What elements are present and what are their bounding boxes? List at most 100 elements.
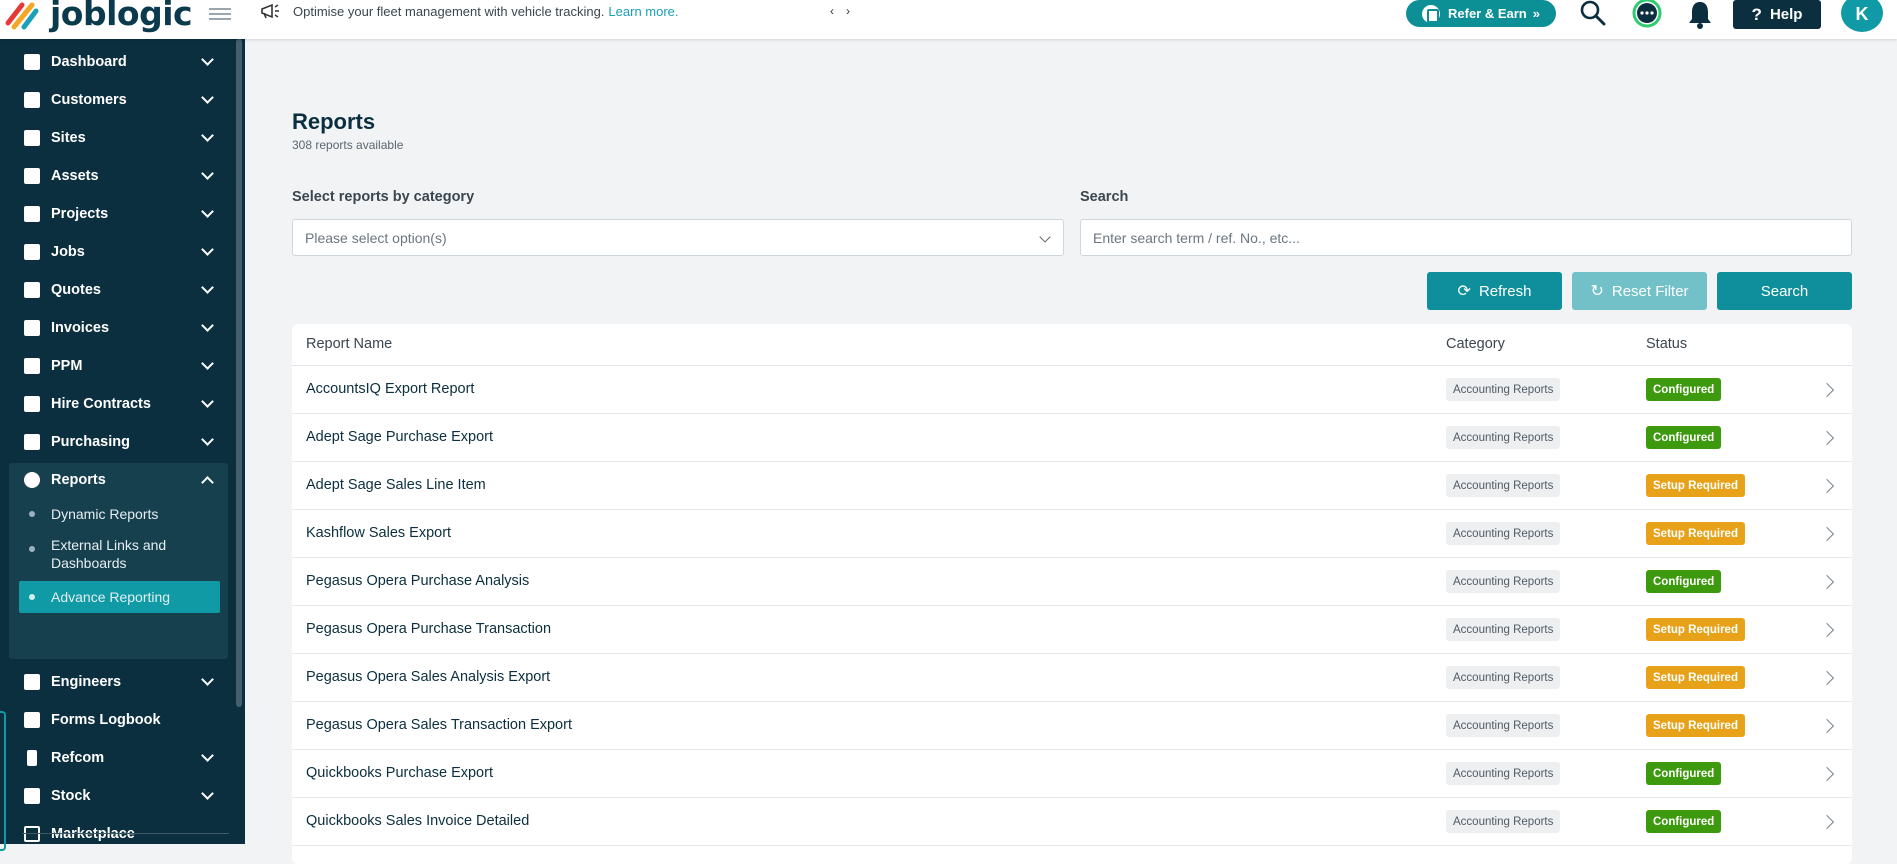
user-icon xyxy=(24,92,40,108)
sidebar-item-forms-logbook[interactable]: Forms Logbook xyxy=(0,701,232,739)
chevron-right-icon[interactable] xyxy=(1819,670,1835,686)
table-row[interactable]: Adept Sage Purchase Export Accounting Rep… xyxy=(292,414,1852,462)
category-badge: Accounting Reports xyxy=(1446,474,1561,497)
sidebar-item-ppm[interactable]: PPM xyxy=(0,347,232,385)
sidebar-item-stock[interactable]: Stock xyxy=(0,777,232,815)
table-row[interactable]: Pegasus Opera Sales Transaction Export Ac… xyxy=(292,702,1852,750)
category-badge: Accounting Reports xyxy=(1446,522,1561,545)
chevron-down-icon xyxy=(201,129,214,142)
grid-icon xyxy=(24,826,40,842)
chevron-right-icon[interactable] xyxy=(1819,430,1835,446)
refer-earn-button[interactable]: Refer & Earn » xyxy=(1406,0,1556,27)
report-name-link[interactable]: Quickbooks Sales Invoice Detailed xyxy=(306,813,529,829)
chevron-right-icon[interactable] xyxy=(1819,814,1835,830)
next-arrow-icon[interactable]: › xyxy=(846,4,862,18)
report-name-link[interactable]: Adept Sage Sales Line Item xyxy=(306,477,486,493)
contract-icon xyxy=(24,396,40,412)
search-input[interactable]: Enter search term / ref. No., etc... xyxy=(1080,219,1852,256)
sidebar-item-jobs[interactable]: Jobs xyxy=(0,233,232,271)
learn-more-link[interactable]: Learn more. xyxy=(608,4,678,19)
column-header-status[interactable]: Status xyxy=(1646,336,1687,352)
chevron-right-icon[interactable] xyxy=(1819,718,1835,734)
sidebar-item-reports[interactable]: Reports xyxy=(0,461,232,499)
table-row[interactable]: Kashflow Sales Export Accounting Reports S… xyxy=(292,510,1852,558)
category-label: Select reports by category xyxy=(292,189,475,205)
category-badge: Accounting Reports xyxy=(1446,618,1561,641)
sidebar-subitem-label: External Links and Dashboards xyxy=(51,537,167,571)
sidebar-item-label: Marketplace xyxy=(51,826,135,842)
sidebar-item-hire-contracts[interactable]: Hire Contracts xyxy=(0,385,232,423)
chevron-right-icon[interactable] xyxy=(1819,382,1835,398)
sidebar-item-marketplace[interactable]: Marketplace xyxy=(0,815,232,853)
sidebar-item-projects[interactable]: Projects xyxy=(0,195,232,233)
bullet-icon xyxy=(29,546,35,552)
reset-filter-button[interactable]: ↻ Reset Filter xyxy=(1572,272,1707,310)
sidebar-subitem-dynamic-reports[interactable]: Dynamic Reports xyxy=(19,505,220,523)
table-row[interactable]: Pegasus Opera Sales Analysis Export Accou… xyxy=(292,654,1852,702)
chevron-down-icon xyxy=(201,319,214,332)
status-badge: Setup Required xyxy=(1646,474,1745,497)
table-row[interactable]: Pegasus Opera Purchase Analysis Accountin… xyxy=(292,558,1852,606)
chevron-right-icon[interactable] xyxy=(1819,526,1835,542)
chevron-right-icon[interactable] xyxy=(1819,478,1835,494)
sidebar-item-purchasing[interactable]: Purchasing xyxy=(0,423,232,461)
chevron-right-icon[interactable] xyxy=(1819,622,1835,638)
report-name-link[interactable]: Pegasus Opera Sales Analysis Export xyxy=(306,669,550,685)
table-row[interactable]: Quickbooks Sales Invoice Detailed Account… xyxy=(292,798,1852,846)
chevron-down-icon xyxy=(201,673,214,686)
sidebar-subitem-external-links[interactable]: External Links and Dashboards xyxy=(19,536,220,572)
sidebar-item-label: Reports xyxy=(51,472,106,488)
sidebar-item-label: Quotes xyxy=(51,282,101,298)
sidebar-item-invoices[interactable]: Invoices xyxy=(0,309,232,347)
report-name-link[interactable]: Pegasus Opera Purchase Transaction xyxy=(306,621,551,637)
column-header-report-name[interactable]: Report Name xyxy=(306,336,392,352)
table-row[interactable]: AccountsIQ Export Report Accounting Repor… xyxy=(292,366,1852,414)
report-name-link[interactable]: Quickbooks Purchase Export xyxy=(306,765,493,781)
chevron-up-icon xyxy=(201,476,214,489)
bell-icon[interactable] xyxy=(1687,0,1713,30)
sidebar-item-dashboard[interactable]: Dashboard xyxy=(0,43,232,81)
sidebar-scrollbar[interactable] xyxy=(236,39,242,707)
column-header-category[interactable]: Category xyxy=(1446,336,1505,352)
sidebar-item-sites[interactable]: Sites xyxy=(0,119,232,157)
category-select[interactable]: Please select option(s) xyxy=(292,219,1064,256)
sidebar-subitem-label: Dynamic Reports xyxy=(51,506,159,522)
table-row[interactable]: Quickbooks Purchase Export Accounting Rep… xyxy=(292,750,1852,798)
table-row[interactable]: Adept Sage Sales Line Item Accounting Rep… xyxy=(292,462,1852,510)
report-name-link[interactable]: Kashflow Sales Export xyxy=(306,525,451,541)
sidebar-item-refcom[interactable]: Refcom xyxy=(0,739,232,777)
table-row[interactable]: Pegasus Opera Purchase Transaction Accoun… xyxy=(292,606,1852,654)
report-name-link[interactable]: Pegasus Opera Purchase Analysis xyxy=(306,573,529,589)
sidebar-item-label: Assets xyxy=(51,168,99,184)
sidebar-item-assets[interactable]: Assets xyxy=(0,157,232,195)
sidebar-subitem-advance-reporting[interactable]: Advance Reporting xyxy=(19,581,220,613)
top-bar: joblogic Optimise your fleet management … xyxy=(0,0,1897,39)
sidebar-item-engineers[interactable]: Engineers xyxy=(0,663,232,701)
sidebar-edge-tab[interactable] xyxy=(0,711,6,851)
category-badge: Accounting Reports xyxy=(1446,378,1561,401)
report-name-link[interactable]: AccountsIQ Export Report xyxy=(306,381,474,397)
report-name-link[interactable]: Adept Sage Purchase Export xyxy=(306,429,493,445)
category-badge: Accounting Reports xyxy=(1446,570,1561,593)
prev-arrow-icon[interactable]: ‹ xyxy=(830,4,846,18)
search-icon[interactable] xyxy=(1580,0,1606,26)
dashboard-icon xyxy=(24,54,40,70)
search-button[interactable]: Search xyxy=(1717,272,1852,310)
folder-icon xyxy=(24,206,40,222)
category-badge: Accounting Reports xyxy=(1446,666,1561,689)
joblogic-logo[interactable]: joblogic xyxy=(2,0,193,33)
chat-icon[interactable] xyxy=(1632,0,1662,28)
help-button[interactable]: ? Help xyxy=(1733,0,1821,29)
menu-toggle-icon[interactable] xyxy=(209,5,231,23)
refresh-button[interactable]: ⟳ Refresh xyxy=(1427,272,1562,310)
chevron-right-icon[interactable] xyxy=(1819,766,1835,782)
report-name-link[interactable]: Pegasus Opera Sales Transaction Export xyxy=(306,717,572,733)
status-badge: Setup Required xyxy=(1646,714,1745,737)
chevron-right-icon[interactable] xyxy=(1819,574,1835,590)
sidebar-item-quotes[interactable]: Quotes xyxy=(0,271,232,309)
refresh-label: Refresh xyxy=(1478,282,1532,300)
sidebar-item-customers[interactable]: Customers xyxy=(0,81,232,119)
sidebar-item-label: PPM xyxy=(51,358,83,374)
reports-count: 308 reports available xyxy=(292,138,404,152)
user-avatar[interactable]: K xyxy=(1841,0,1883,32)
